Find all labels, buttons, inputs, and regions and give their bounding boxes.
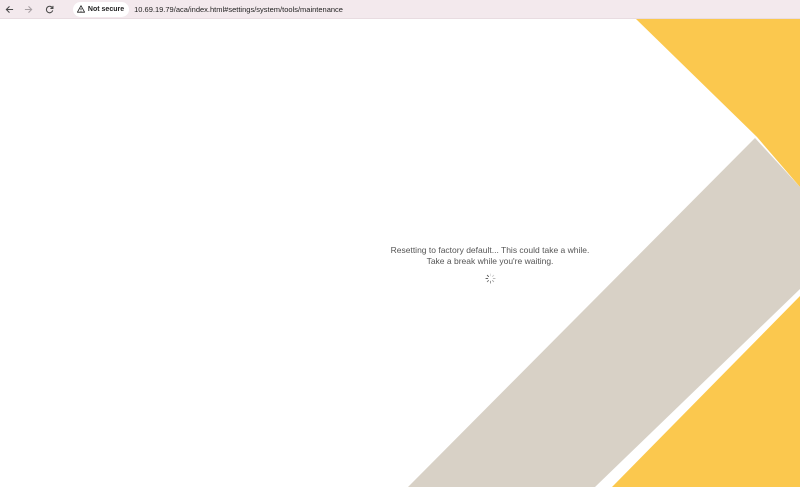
page-content: Resetting to factory default... This cou… bbox=[0, 19, 800, 487]
forward-button[interactable] bbox=[20, 0, 39, 19]
status-message: Resetting to factory default... This cou… bbox=[390, 245, 590, 266]
back-button[interactable] bbox=[0, 0, 19, 19]
address-bar[interactable]: Not secure 10.69.19.79/aca/index.html#se… bbox=[72, 1, 800, 18]
reload-icon bbox=[45, 5, 54, 13]
arrow-right-icon bbox=[25, 5, 33, 13]
warning-triangle-icon bbox=[76, 5, 85, 13]
url-text[interactable]: 10.69.19.79/aca/index.html#settings/syst… bbox=[134, 5, 343, 14]
reload-button[interactable] bbox=[40, 0, 59, 19]
browser-toolbar: Not secure 10.69.19.79/aca/index.html#se… bbox=[0, 0, 800, 19]
security-indicator[interactable]: Not secure bbox=[72, 1, 130, 17]
loading-spinner-icon bbox=[485, 273, 496, 284]
arrow-left-icon bbox=[5, 5, 13, 13]
security-label: Not secure bbox=[87, 5, 125, 13]
